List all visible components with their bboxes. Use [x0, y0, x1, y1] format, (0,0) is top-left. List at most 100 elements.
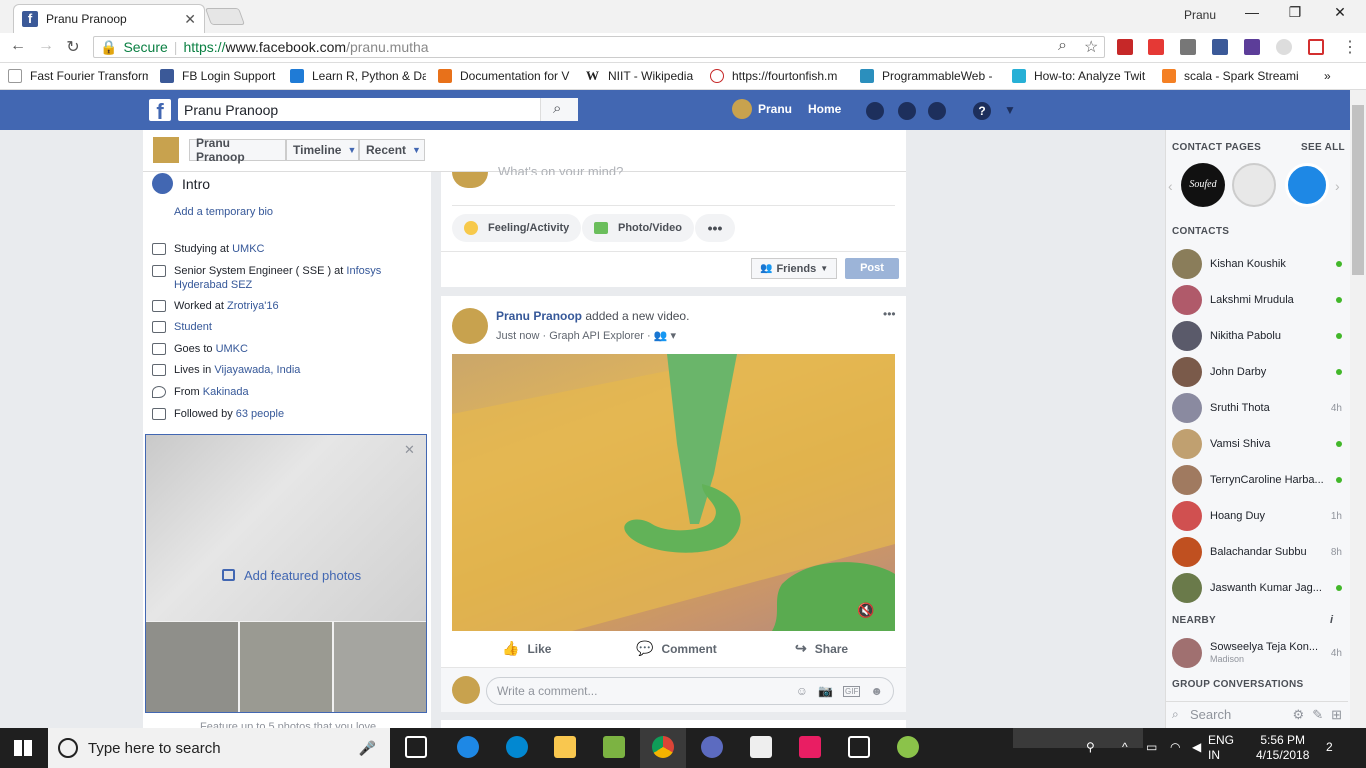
- file-explorer-icon[interactable]: [554, 736, 576, 758]
- close-tab-icon[interactable]: ✕: [184, 11, 196, 28]
- audience-selector[interactable]: 👥 Friends ▼: [751, 258, 838, 279]
- chrome-icon[interactable]: [652, 736, 674, 758]
- contact-item[interactable]: Hoang Duy 1h: [1172, 500, 1342, 532]
- bookmark-item[interactable]: Documentation for V: [438, 69, 574, 83]
- extension-icon[interactable]: [1117, 39, 1133, 55]
- messenger-icon[interactable]: [898, 102, 916, 120]
- edge-icon[interactable]: [457, 736, 479, 758]
- featured-thumbnail[interactable]: [146, 622, 238, 712]
- browser-tab[interactable]: f Pranu Pranoop ✕: [13, 4, 205, 33]
- bookmark-item[interactable]: W NIIT - Wikipedia: [586, 69, 698, 83]
- r-studio-icon[interactable]: [701, 736, 723, 758]
- recent-tab[interactable]: Recent ▼: [359, 139, 425, 161]
- gear-icon[interactable]: ⚙: [1293, 707, 1305, 723]
- close-window-icon[interactable]: ✕: [1320, 4, 1360, 24]
- contact-item[interactable]: Sruthi Thota 4h: [1172, 392, 1342, 424]
- chevron-left-icon[interactable]: ‹: [1168, 178, 1173, 194]
- emoji-icon[interactable]: ☺: [796, 684, 808, 698]
- extension-icon[interactable]: [1212, 39, 1228, 55]
- composer-input[interactable]: What's on your mind?: [498, 165, 623, 175]
- extension-icon[interactable]: [1180, 39, 1196, 55]
- chat-search-input[interactable]: Search ⚙ ✎ ⊞: [1166, 701, 1348, 727]
- battery-icon[interactable]: ▭: [1146, 740, 1157, 754]
- mute-icon[interactable]: 🔇: [857, 602, 874, 619]
- profile-link[interactable]: Pranu: [732, 99, 792, 119]
- wifi-icon[interactable]: ◠: [1170, 740, 1180, 754]
- bookmark-star-icon[interactable]: ☆: [1084, 37, 1098, 57]
- action-center-icon[interactable]: 2: [1326, 740, 1333, 754]
- safari-like-icon[interactable]: [506, 736, 528, 758]
- bookmark-item[interactable]: FB Login Support: [160, 69, 278, 83]
- app-icon[interactable]: [750, 736, 772, 758]
- notifications-globe-icon[interactable]: [928, 102, 946, 120]
- contact-item[interactable]: Jaswanth Kumar Jag...: [1172, 572, 1342, 604]
- microphone-icon[interactable]: 🎤: [359, 740, 376, 757]
- clock[interactable]: 5:56 PM 4/15/2018: [1256, 733, 1309, 763]
- extension-icon[interactable]: [1308, 39, 1324, 55]
- page-logo-icon[interactable]: [1232, 163, 1276, 207]
- facebook-search-input[interactable]: Pranu Pranoop: [178, 98, 578, 121]
- author-link[interactable]: Pranu Pranoop: [496, 309, 582, 323]
- account-menu-icon[interactable]: ▼: [1004, 103, 1016, 117]
- bookmark-item[interactable]: https://fourtonfish.m: [710, 69, 848, 83]
- browser-profile-name[interactable]: Pranu: [1184, 8, 1216, 22]
- featured-thumbnail[interactable]: [334, 622, 426, 712]
- input-language[interactable]: ENG IN: [1208, 733, 1234, 763]
- new-tab-button[interactable]: [204, 8, 246, 25]
- help-icon[interactable]: ?: [973, 102, 991, 120]
- contact-item[interactable]: John Darby: [1172, 356, 1342, 388]
- profile-avatar[interactable]: [152, 136, 180, 164]
- android-icon[interactable]: [897, 736, 919, 758]
- photo-video-button[interactable]: Photo/Video: [582, 214, 694, 242]
- share-button[interactable]: ↪ Share: [795, 640, 848, 657]
- intellij-icon[interactable]: [799, 736, 821, 758]
- friend-requests-icon[interactable]: [866, 102, 884, 120]
- forward-icon[interactable]: →: [35, 37, 57, 57]
- zoom-search-icon[interactable]: ⌕: [1058, 37, 1067, 55]
- close-icon[interactable]: ✕: [404, 442, 415, 458]
- bookmark-item[interactable]: How-to: Analyze Twit: [1012, 69, 1150, 83]
- sticker-icon[interactable]: ☻: [870, 684, 883, 698]
- extension-icon[interactable]: [1148, 39, 1164, 55]
- bookmark-item[interactable]: Learn R, Python & Da: [290, 69, 426, 83]
- address-bar[interactable]: 🔒 Secure | https://www.facebook.com/pran…: [93, 36, 1105, 58]
- author-avatar[interactable]: [452, 308, 488, 344]
- audience-icon[interactable]: 👥 ▾: [654, 330, 676, 342]
- mail-icon[interactable]: [848, 736, 870, 758]
- notepad-icon[interactable]: [603, 736, 625, 758]
- windows-start-icon[interactable]: [14, 740, 32, 756]
- volume-icon[interactable]: ◀: [1192, 740, 1201, 754]
- page-logo-icon[interactable]: Soufed: [1181, 163, 1225, 207]
- info-icon[interactable]: i: [1330, 614, 1333, 626]
- add-bio-link[interactable]: Add a temporary bio: [174, 206, 273, 218]
- bookmark-item[interactable]: ProgrammableWeb -: [860, 69, 1000, 83]
- page-logo-icon[interactable]: [1285, 163, 1329, 207]
- home-link[interactable]: Home: [808, 102, 841, 116]
- extension-icon[interactable]: [1276, 39, 1292, 55]
- maximize-icon[interactable]: ❐: [1275, 4, 1315, 24]
- feeling-activity-button[interactable]: Feeling/Activity: [452, 214, 582, 242]
- chevron-right-icon[interactable]: ›: [1335, 178, 1340, 194]
- camera-icon[interactable]: 📷: [818, 684, 833, 698]
- contact-item[interactable]: Lakshmi Mrudula: [1172, 284, 1342, 316]
- comment-input[interactable]: Write a comment... ☺ 📷 GIF ☻: [486, 677, 894, 705]
- bookmark-item[interactable]: Fast Fourier Transform: [8, 69, 148, 83]
- compose-icon[interactable]: ✎: [1312, 707, 1323, 723]
- add-featured-photos-link[interactable]: Add featured photos: [244, 568, 361, 583]
- video-player[interactable]: 🔇: [452, 354, 895, 631]
- chrome-menu-icon[interactable]: ⋮: [1342, 37, 1358, 57]
- contact-item[interactable]: TerrynCaroline Harba...: [1172, 464, 1342, 496]
- comment-button[interactable]: 💬 Comment: [636, 640, 717, 657]
- see-all-link[interactable]: SEE ALL: [1301, 142, 1345, 153]
- bookmarks-overflow-icon[interactable]: »: [1324, 69, 1331, 83]
- task-view-icon[interactable]: [405, 736, 427, 758]
- post-time[interactable]: Just now: [496, 330, 539, 342]
- post-button[interactable]: Post: [845, 258, 899, 279]
- people-icon[interactable]: ⚲: [1086, 740, 1095, 754]
- gif-icon[interactable]: GIF: [843, 685, 861, 697]
- taskbar-search-input[interactable]: Type here to search 🎤: [48, 728, 390, 768]
- new-group-icon[interactable]: ⊞: [1331, 707, 1342, 723]
- featured-thumbnail[interactable]: [240, 622, 332, 712]
- contact-item[interactable]: Balachandar Subbu 8h: [1172, 536, 1342, 568]
- profile-name-button[interactable]: Pranu Pranoop: [189, 136, 286, 164]
